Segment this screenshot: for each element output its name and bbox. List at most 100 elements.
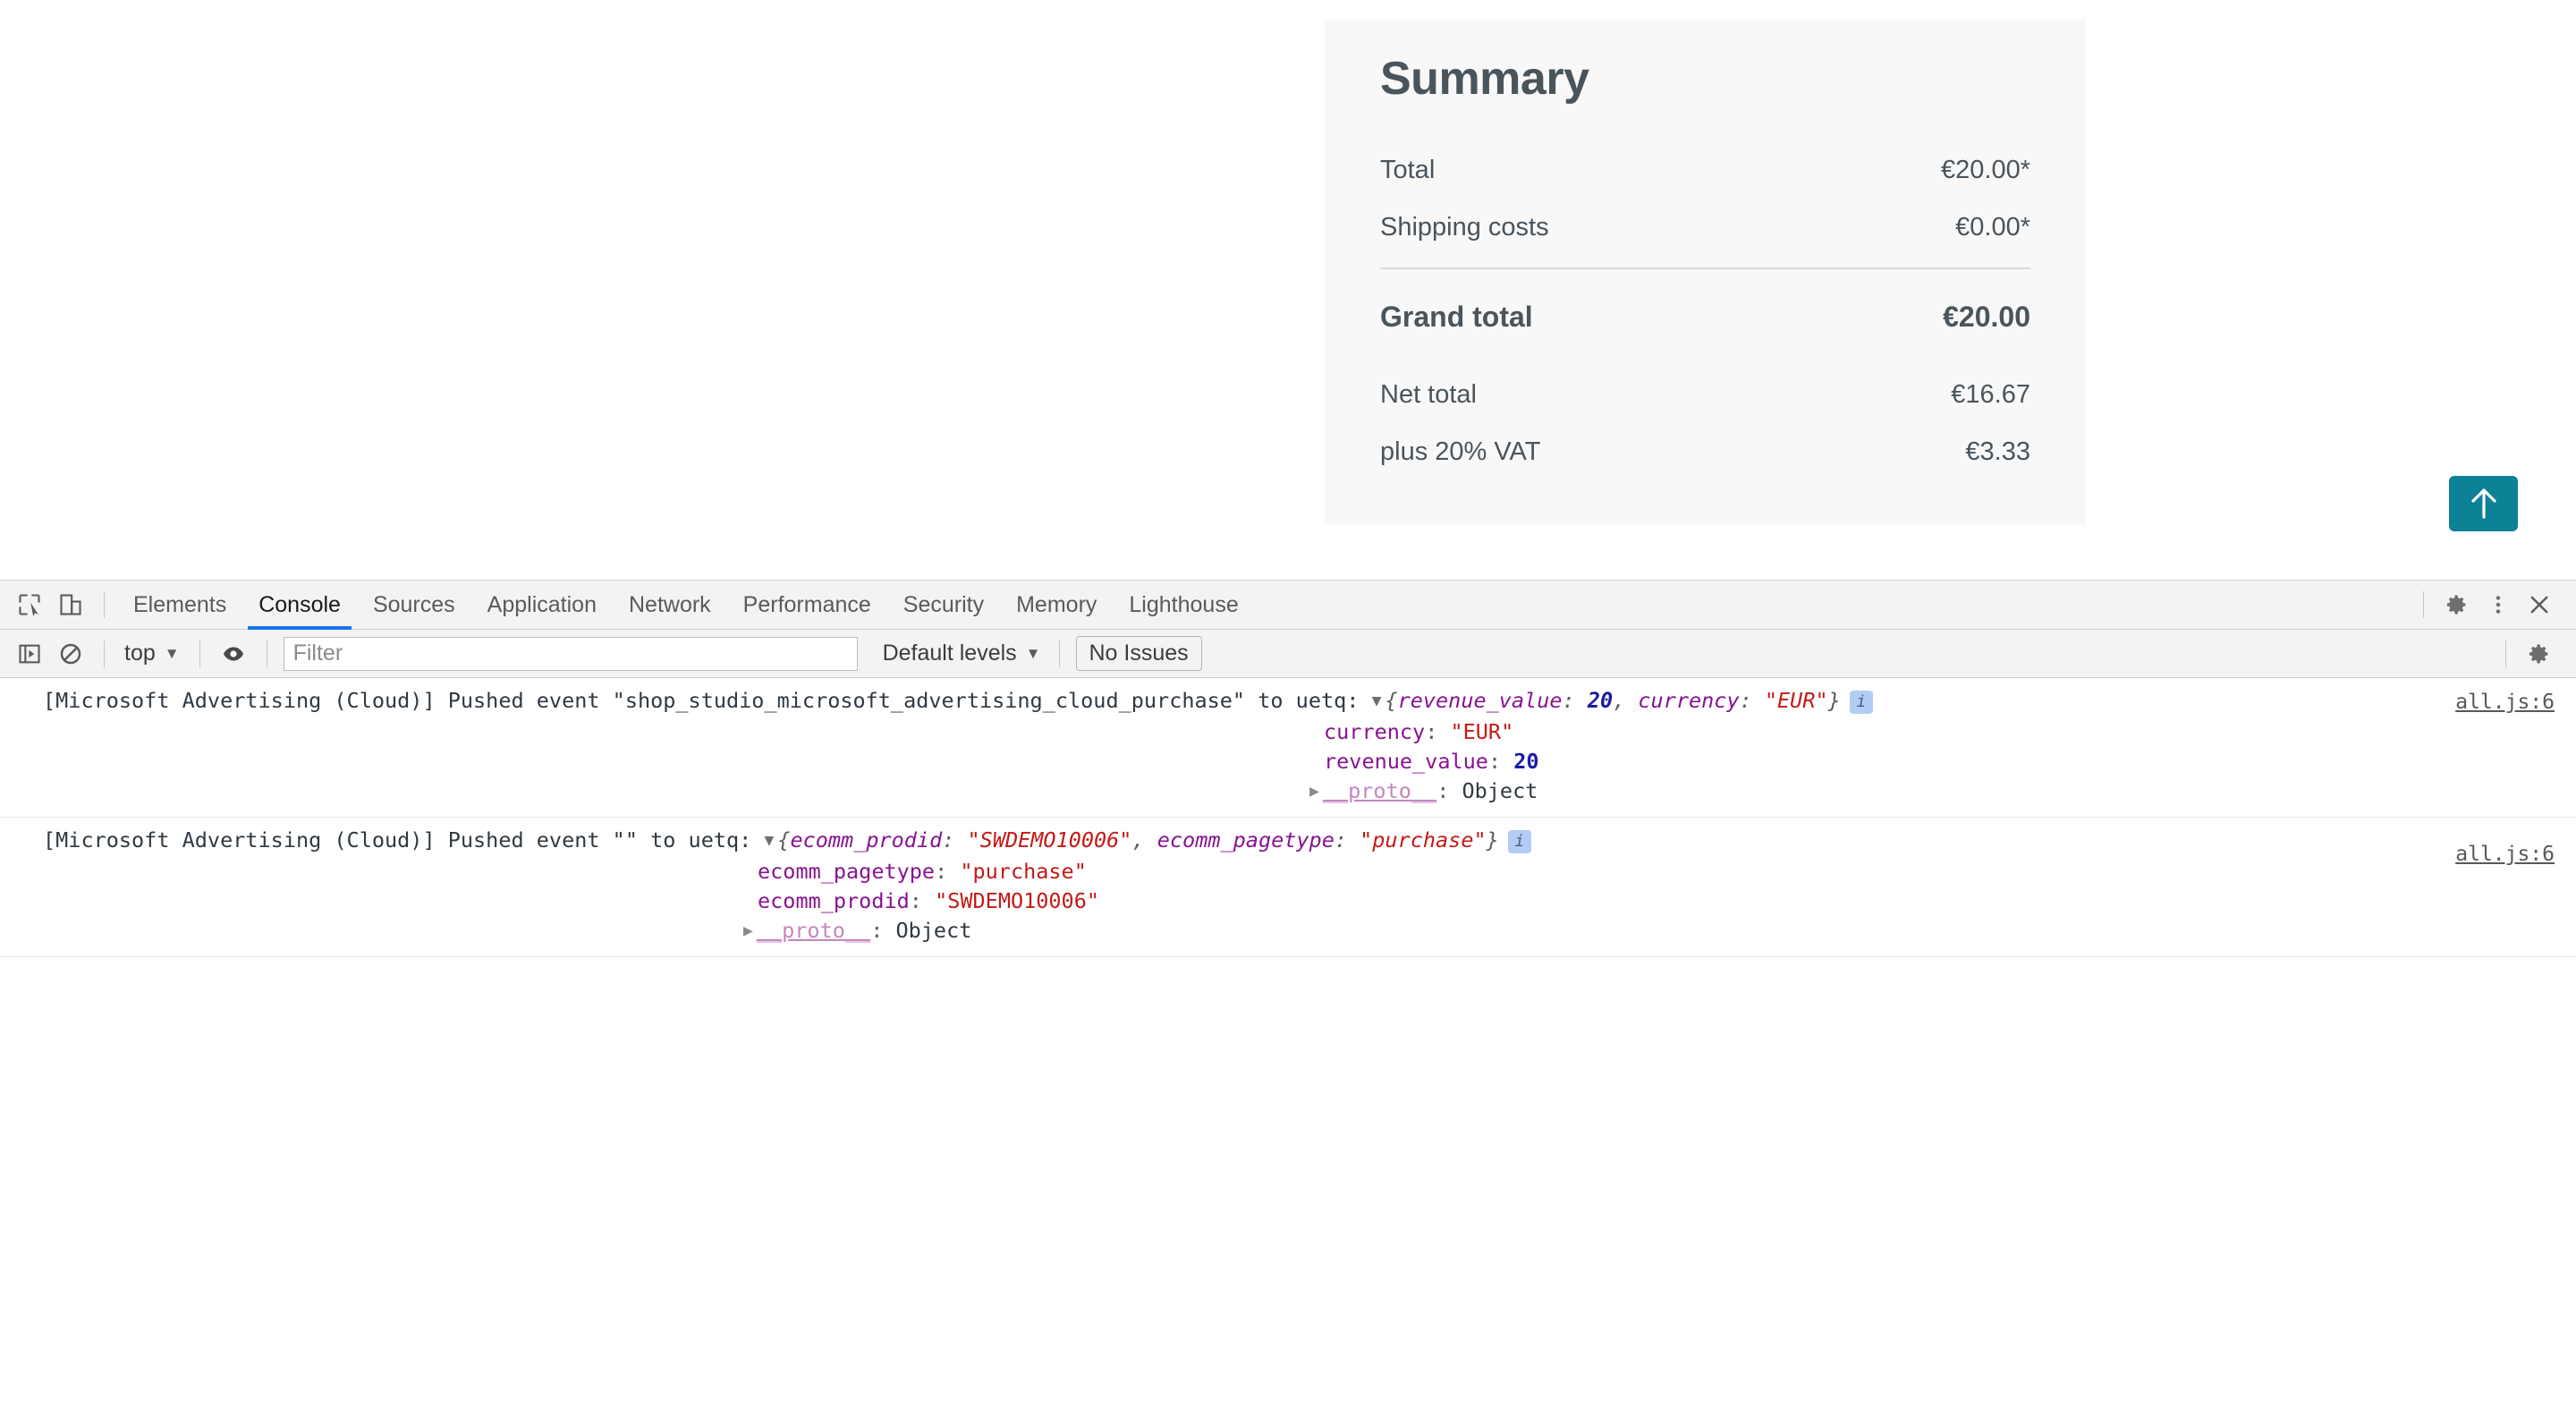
summary-row-grand-total: Grand total €20.00 — [1380, 296, 2030, 337]
proto-key: __proto__ — [756, 918, 871, 943]
tab-performance[interactable]: Performance — [727, 581, 887, 630]
property-value: 20 — [1513, 749, 1539, 774]
property-value: "purchase" — [960, 859, 1087, 884]
object-expander-icon[interactable]: ▼ — [764, 826, 774, 855]
issues-button[interactable]: No Issues — [1075, 636, 1202, 671]
proto-value: Object — [1462, 778, 1538, 803]
console-message-text: [Microsoft Advertising (Cloud)] Pushed e… — [0, 826, 2576, 857]
summary-row-total: Total €20.00* — [1380, 151, 2030, 189]
console-filter-actions — [2493, 633, 2576, 674]
preview-key: ecomm_pagetype — [1157, 827, 1335, 852]
preview-sep: : — [942, 827, 968, 852]
object-property: ecomm_prodid: "SWDEMO10006" — [0, 886, 2576, 916]
console-message[interactable]: [Microsoft Advertising (Cloud)] Pushed e… — [0, 678, 2576, 818]
tab-console[interactable]: Console — [242, 581, 357, 630]
close-devtools-icon[interactable] — [2519, 584, 2560, 625]
summary-row-value: €16.67 — [1951, 379, 2030, 409]
console-message-list: [Microsoft Advertising (Cloud)] Pushed e… — [0, 678, 2576, 957]
proto-expander-icon[interactable]: ▶ — [743, 916, 753, 946]
property-sep: : — [935, 859, 961, 884]
proto-expander-icon[interactable]: ▶ — [1309, 776, 1319, 806]
device-toolbar-icon[interactable] — [50, 584, 91, 625]
object-expander-icon[interactable]: ▼ — [1372, 686, 1382, 716]
tab-sources[interactable]: Sources — [357, 581, 471, 630]
summary-row-net-total: Net total €16.67 — [1380, 376, 2030, 413]
settings-gear-icon[interactable] — [2436, 584, 2478, 625]
source-link[interactable]: all.js:6 — [2455, 843, 2555, 866]
devtools-tabbar-actions — [2411, 584, 2576, 625]
grand-total-value: €20.00 — [1943, 301, 2030, 334]
proto-key: __proto__ — [1322, 778, 1437, 803]
summary-row-value: €20.00* — [1941, 156, 2030, 185]
toolbar-divider — [2423, 591, 2424, 618]
tab-memory[interactable]: Memory — [1000, 581, 1113, 630]
console-log-levels-selector[interactable]: Default levels ▼ — [877, 640, 1046, 666]
property-value: "SWDEMO10006" — [935, 888, 1100, 913]
preview-sep: : — [1334, 827, 1360, 852]
more-options-icon[interactable] — [2478, 584, 2519, 625]
object-property: currency: "EUR" — [0, 717, 2576, 747]
preview-value: "EUR" — [1764, 688, 1828, 713]
preview-key: revenue_value — [1397, 688, 1563, 713]
property-sep: : — [909, 888, 936, 913]
tab-elements[interactable]: Elements — [117, 581, 242, 630]
preview-value: "purchase" — [1360, 827, 1487, 852]
event-name: "" — [612, 827, 638, 852]
summary-row-label: Total — [1380, 156, 1436, 185]
object-property: revenue_value: 20 — [0, 747, 2576, 776]
source-link[interactable]: all.js:6 — [2455, 691, 2555, 714]
property-sep: : — [1487, 749, 1514, 774]
tab-network[interactable]: Network — [613, 581, 727, 630]
console-filter-input[interactable] — [283, 636, 858, 671]
summary-row-vat: plus 20% VAT €3.33 — [1380, 433, 2030, 471]
property-key: revenue_value — [1324, 749, 1488, 774]
shop-page-area: Summary Total €20.00* Shipping costs €0.… — [0, 0, 2576, 580]
inspect-element-icon[interactable] — [9, 584, 50, 625]
object-property: ecomm_pagetype: "purchase" — [0, 857, 2576, 886]
summary-row-label: Net total — [1380, 379, 1477, 409]
tab-application[interactable]: Application — [471, 581, 613, 630]
clear-console-icon[interactable] — [50, 633, 91, 674]
property-sep: : — [1425, 719, 1451, 744]
property-key: ecomm_prodid — [758, 888, 910, 913]
message-prefix: [Microsoft Advertising (Cloud)] Pushed e… — [43, 827, 613, 852]
live-expression-eye-icon[interactable] — [213, 633, 254, 674]
log-levels-label: Default levels — [882, 640, 1017, 666]
object-proto-row[interactable]: ▶ __proto__: Object — [0, 776, 2576, 808]
object-preview: {ecomm_prodid: "SWDEMO10006", ecomm_page… — [777, 827, 1499, 852]
object-preview: {revenue_value: 20, currency: "EUR"} — [1385, 688, 1841, 713]
proto-sep: : — [870, 918, 896, 943]
proto-sep: : — [1436, 778, 1462, 803]
object-proto-row[interactable]: ▶ __proto__: Object — [0, 916, 2576, 947]
property-key: ecomm_pagetype — [758, 859, 936, 884]
tab-security[interactable]: Security — [887, 581, 1000, 630]
arrow-up-icon — [2469, 486, 2499, 522]
summary-row-value: €3.33 — [1965, 437, 2030, 466]
page-title: Summary — [1380, 53, 1589, 105]
scroll-to-top-button[interactable] — [2449, 476, 2518, 531]
devtools-panel: Elements Console Sources Application Net… — [0, 580, 2576, 1408]
console-sidebar-icon[interactable] — [9, 633, 50, 674]
devtools-tabbar: Elements Console Sources Application Net… — [0, 581, 2576, 630]
object-open-brace: { — [1385, 688, 1398, 713]
message-middle: to uetq: — [1245, 688, 1372, 713]
preview-key: ecomm_prodid — [790, 827, 943, 852]
toolbar-divider — [2505, 640, 2506, 667]
info-badge-icon[interactable]: i — [1849, 690, 1873, 714]
preview-value: 20 — [1587, 688, 1614, 713]
console-filter-toolbar: top ▼ Default levels ▼ No Issues — [0, 630, 2576, 678]
preview-sep: : — [1739, 688, 1765, 713]
tab-lighthouse[interactable]: Lighthouse — [1113, 581, 1254, 630]
object-open-brace: { — [777, 827, 791, 852]
toolbar-divider — [199, 640, 200, 667]
console-settings-gear-icon[interactable] — [2519, 633, 2560, 674]
preview-key: currency — [1638, 688, 1740, 713]
console-context-selector[interactable]: top ▼ — [117, 640, 187, 666]
chevron-down-icon: ▼ — [164, 644, 180, 662]
info-badge-icon[interactable]: i — [1507, 829, 1531, 853]
property-value: "EUR" — [1450, 719, 1514, 744]
page-root: Summary Total €20.00* Shipping costs €0.… — [0, 0, 2576, 1408]
grand-total-label: Grand total — [1380, 301, 1533, 334]
summary-divider — [1380, 267, 2030, 270]
console-message[interactable]: [Microsoft Advertising (Cloud)] Pushed e… — [0, 818, 2576, 957]
